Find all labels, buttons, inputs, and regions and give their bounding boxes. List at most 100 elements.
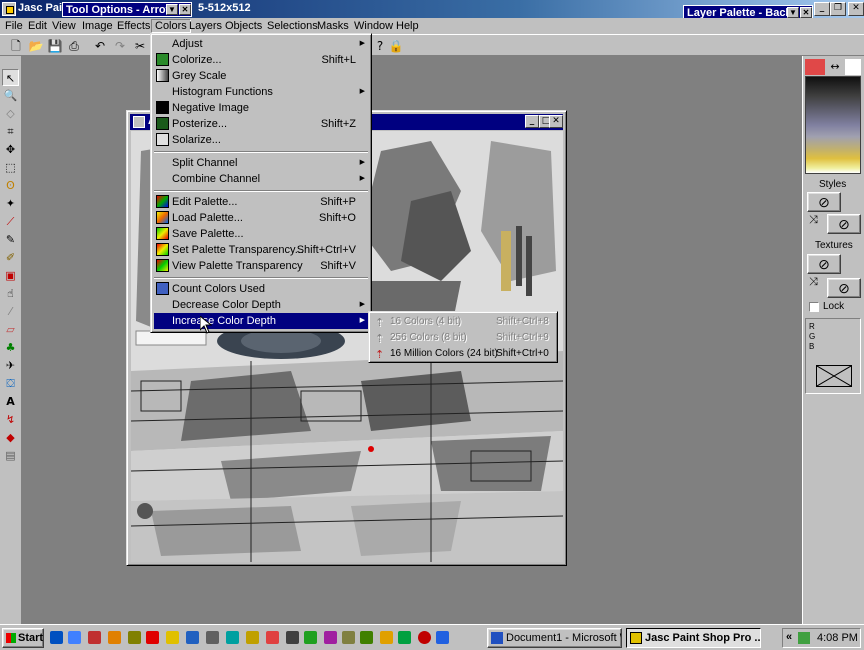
quicklaunch-app-icon[interactable] <box>128 631 141 644</box>
print-icon[interactable]: ⎙ <box>66 38 82 54</box>
quicklaunch-app-icon[interactable] <box>166 631 179 644</box>
menu-item-combine-channel[interactable]: Combine Channel ▶ <box>154 171 368 187</box>
crop-tool-icon[interactable]: ⌗ <box>2 123 19 140</box>
quicklaunch-app-icon[interactable] <box>146 631 159 644</box>
tool-options-palette-caption[interactable]: Tool Options - Arrow ▼ ✕ <box>62 2 192 17</box>
app-icon[interactable] <box>2 2 16 16</box>
document-close-button[interactable]: ✕ <box>549 115 563 128</box>
menu-item-save-palette[interactable]: Save Palette... <box>154 226 368 242</box>
quicklaunch-app-icon[interactable] <box>186 631 199 644</box>
menu-item-decrease-color-depth[interactable]: Decrease Color Depth ▶ <box>154 297 368 313</box>
tool-options-rollup-button[interactable]: ▼ <box>166 4 178 15</box>
menu-item-negative-image[interactable]: Negative Image <box>154 100 368 116</box>
tool-options-close-button[interactable]: ✕ <box>179 4 191 15</box>
menu-layers[interactable]: Layers <box>186 19 225 33</box>
swap-textures-icon[interactable]: ⤨ <box>809 276 818 289</box>
menu-item-set-palette-transparency[interactable]: Set Palette Transparency... Shift+Ctrl+V <box>154 242 368 258</box>
color-replacer-tool-icon[interactable]: ▣ <box>2 267 19 284</box>
quicklaunch-app-icon[interactable] <box>398 631 411 644</box>
new-file-icon[interactable]: 🗋 <box>8 38 24 54</box>
ie-quicklaunch-icon[interactable] <box>50 631 63 644</box>
stroke-style-button[interactable]: ⊘ <box>807 192 841 212</box>
quicklaunch-app-icon[interactable] <box>286 631 299 644</box>
menu-item-increase-color-depth[interactable]: Increase Color Depth ▶ <box>154 313 368 329</box>
menu-item-grey-scale[interactable]: Grey Scale <box>154 68 368 84</box>
quicklaunch-app-icon[interactable] <box>360 631 373 644</box>
submenu-item-16-colors[interactable]: ⇡ 16 Colors (4 bit) Shift+Ctrl+8 <box>372 314 555 330</box>
quicklaunch-app-icon[interactable] <box>226 631 239 644</box>
minimize-button[interactable]: _ <box>814 2 830 16</box>
cut-icon[interactable]: ✂ <box>132 38 148 54</box>
object-selector-tool-icon[interactable]: ▤ <box>2 447 19 464</box>
selection-tool-icon[interactable]: ⬚ <box>2 159 19 176</box>
eraser-tool-icon[interactable]: ▱ <box>2 321 19 338</box>
draw-tool-icon[interactable]: ↯ <box>2 411 19 428</box>
menu-window[interactable]: Window <box>351 19 396 33</box>
quicklaunch-app-icon[interactable] <box>342 631 355 644</box>
menu-item-posterize[interactable]: Posterize... Shift+Z <box>154 116 368 132</box>
quicklaunch-app-icon[interactable] <box>418 631 431 644</box>
quicklaunch-app-icon[interactable] <box>88 631 101 644</box>
paintbrush-tool-icon[interactable]: ✎ <box>2 231 19 248</box>
tray-expand-icon[interactable]: « <box>786 631 792 643</box>
flood-fill-tool-icon[interactable]: ⛋ <box>2 375 19 392</box>
swap-styles-icon[interactable]: ⤨ <box>809 214 818 227</box>
menu-masks[interactable]: Masks <box>314 19 352 33</box>
redo-icon[interactable]: ↷ <box>112 38 128 54</box>
quicklaunch-app-icon[interactable] <box>108 631 121 644</box>
menu-item-edit-palette[interactable]: Edit Palette... Shift+P <box>154 194 368 210</box>
dropper-tool-icon[interactable]: ⟋ <box>2 213 19 230</box>
arrow-tool-icon[interactable]: ↖ <box>2 69 19 86</box>
deform-tool-icon[interactable]: ◇ <box>2 105 19 122</box>
outlook-quicklaunch-icon[interactable] <box>68 631 81 644</box>
menu-view[interactable]: View <box>49 19 79 33</box>
menu-item-split-channel[interactable]: Split Channel ▶ <box>154 155 368 171</box>
menu-colors[interactable]: Colors <box>151 19 191 33</box>
start-button[interactable]: Start <box>2 628 44 648</box>
zoom-tool-icon[interactable]: 🔍 <box>2 87 19 104</box>
foreground-color-swatch[interactable] <box>805 59 825 75</box>
menu-image[interactable]: Image <box>79 19 116 33</box>
quicklaunch-app-icon[interactable] <box>436 631 449 644</box>
document-minimize-button[interactable]: _ <box>525 115 539 128</box>
stroke-texture-button[interactable]: ⊘ <box>807 254 841 274</box>
undo-icon[interactable]: ↶ <box>92 38 108 54</box>
restore-button[interactable]: ❐ <box>830 2 846 16</box>
menu-item-solarize[interactable]: Solarize... <box>154 132 368 148</box>
scratch-remover-tool-icon[interactable]: ⁄ <box>2 303 19 320</box>
layer-palette-rollup-button[interactable]: ▼ <box>787 7 799 18</box>
menu-effects[interactable]: Effects <box>114 19 153 33</box>
layer-palette-close-button[interactable]: ✕ <box>800 7 812 18</box>
taskbar-item-word[interactable]: Document1 - Microsoft W... <box>487 628 622 648</box>
text-tool-icon[interactable]: A <box>2 393 19 410</box>
open-folder-icon[interactable]: 📂 <box>28 38 44 54</box>
lock-checkbox[interactable] <box>809 302 819 312</box>
magic-wand-tool-icon[interactable]: ✦ <box>2 195 19 212</box>
mover-tool-icon[interactable]: ✥ <box>2 141 19 158</box>
menu-item-view-palette-transparency[interactable]: View Palette Transparency Shift+V <box>154 258 368 274</box>
swap-colors-icon[interactable]: ↔ <box>825 59 845 75</box>
menu-edit[interactable]: Edit <box>25 19 50 33</box>
menu-file[interactable]: File <box>2 19 26 33</box>
color-picker-spectrum[interactable] <box>805 76 861 174</box>
taskbar-item-paint-shop-pro[interactable]: Jasc Paint Shop Pro ... <box>626 628 761 648</box>
menu-item-histogram-functions[interactable]: Histogram Functions ▶ <box>154 84 368 100</box>
tray-app-icon[interactable] <box>798 632 810 644</box>
close-button[interactable]: ✕ <box>848 2 864 16</box>
preset-shapes-tool-icon[interactable]: ◆ <box>2 429 19 446</box>
menu-item-adjust[interactable]: Adjust ▶ <box>154 36 368 52</box>
fill-style-button[interactable]: ⊘ <box>827 214 861 234</box>
background-color-swatch[interactable] <box>845 59 861 75</box>
quicklaunch-app-icon[interactable] <box>380 631 393 644</box>
menu-selections[interactable]: Selections <box>264 19 321 33</box>
menu-item-count-colors-used[interactable]: Count Colors Used <box>154 281 368 297</box>
quicklaunch-app-icon[interactable] <box>246 631 259 644</box>
submenu-item-256-colors[interactable]: ⇡ 256 Colors (8 bit) Shift+Ctrl+9 <box>372 330 555 346</box>
freehand-tool-icon[interactable]: ʘ <box>2 177 19 194</box>
retouch-tool-icon[interactable]: ☝ <box>2 285 19 302</box>
quicklaunch-app-icon[interactable] <box>304 631 317 644</box>
submenu-item-16-million-colors[interactable]: ⇡ 16 Million Colors (24 bit) Shift+Ctrl+0 <box>372 346 555 362</box>
document-icon[interactable] <box>133 116 145 128</box>
fill-texture-button[interactable]: ⊘ <box>827 278 861 298</box>
airbrush-tool-icon[interactable]: ✈ <box>2 357 19 374</box>
